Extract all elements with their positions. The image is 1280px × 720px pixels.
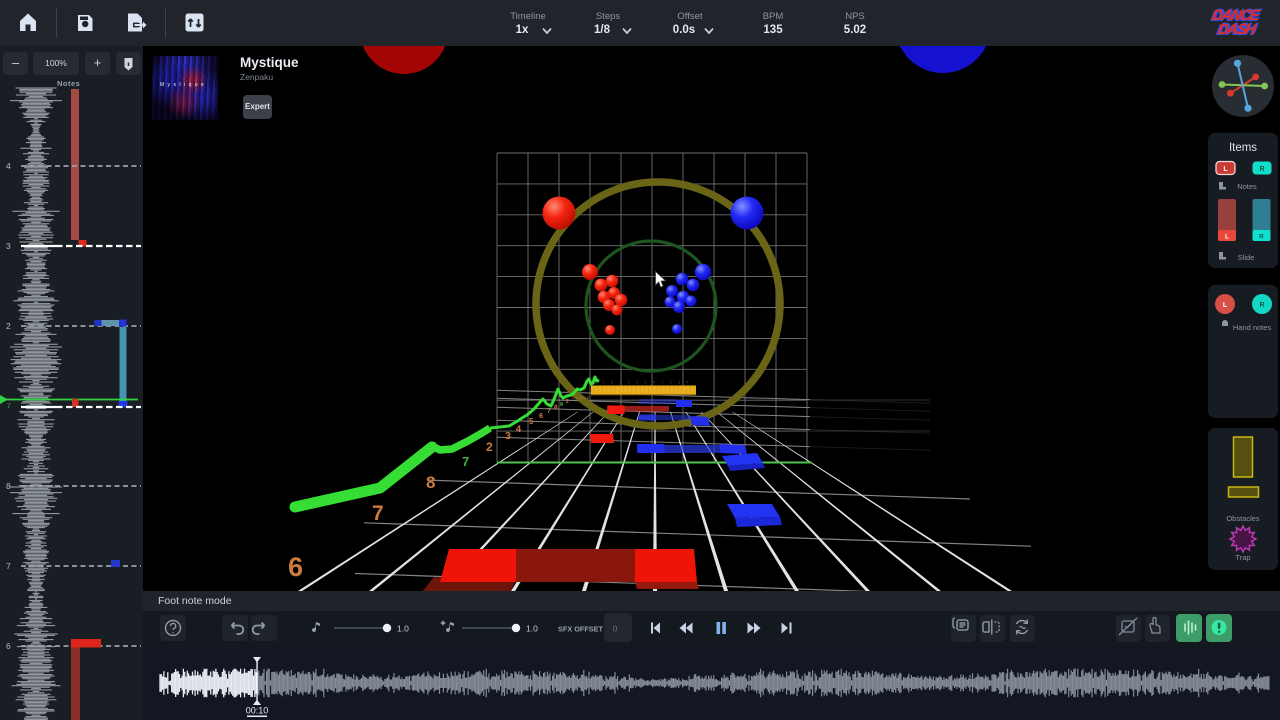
svg-text:3: 3 <box>505 430 511 442</box>
svg-text:8: 8 <box>6 481 11 491</box>
svg-text:5: 5 <box>529 417 534 426</box>
svg-text:4: 4 <box>653 380 656 385</box>
svg-text:2: 2 <box>602 380 605 385</box>
svg-text:Hand notes: Hand notes <box>1233 323 1272 332</box>
svg-text:L: L <box>1223 302 1228 309</box>
svg-text:7: 7 <box>547 408 551 415</box>
svg-text:8: 8 <box>426 473 435 492</box>
svg-text:1.0: 1.0 <box>526 624 538 634</box>
svg-text:L: L <box>1225 234 1229 241</box>
svg-text:2: 2 <box>636 380 639 385</box>
svg-text:3 4 5 6 7 8: 3 4 5 6 7 8 <box>572 396 589 400</box>
svg-text:4: 4 <box>686 380 689 385</box>
svg-text:7: 7 <box>7 403 11 410</box>
svg-text:0: 0 <box>613 624 618 634</box>
svg-text:3: 3 <box>644 380 647 385</box>
svg-text:00:10: 00:10 <box>246 706 269 716</box>
svg-text:8: 8 <box>554 404 558 411</box>
svg-text:Items: Items <box>1229 142 1257 154</box>
svg-text:7: 7 <box>372 502 384 525</box>
svg-text:4: 4 <box>516 424 521 434</box>
svg-text:6: 6 <box>539 411 543 420</box>
svg-text:2: 2 <box>486 440 493 454</box>
svg-text:3: 3 <box>678 380 681 385</box>
svg-text:8: 8 <box>560 402 563 408</box>
svg-text:1: 1 <box>661 380 664 385</box>
svg-text:Notes: Notes <box>1237 182 1257 191</box>
svg-text:3: 3 <box>611 380 614 385</box>
svg-text:2: 2 <box>566 399 569 405</box>
svg-text:7: 7 <box>6 561 11 571</box>
svg-text:Slide: Slide <box>1238 253 1255 262</box>
svg-text:R: R <box>1259 302 1264 309</box>
svg-text:1.0: 1.0 <box>397 624 409 634</box>
svg-text:4: 4 <box>619 380 622 385</box>
svg-text:1: 1 <box>628 380 631 385</box>
svg-text:3: 3 <box>6 241 11 251</box>
svg-text:L: L <box>1223 166 1228 173</box>
svg-text:2: 2 <box>6 321 11 331</box>
svg-text:4: 4 <box>6 161 11 171</box>
svg-text:R: R <box>1259 234 1264 241</box>
svg-text:6: 6 <box>288 552 303 582</box>
svg-text:7: 7 <box>462 454 469 469</box>
svg-text:2: 2 <box>670 380 673 385</box>
svg-text:R: R <box>1259 166 1264 173</box>
svg-text:SFX OFFSET: SFX OFFSET <box>558 625 604 634</box>
svg-text:6: 6 <box>6 641 11 651</box>
